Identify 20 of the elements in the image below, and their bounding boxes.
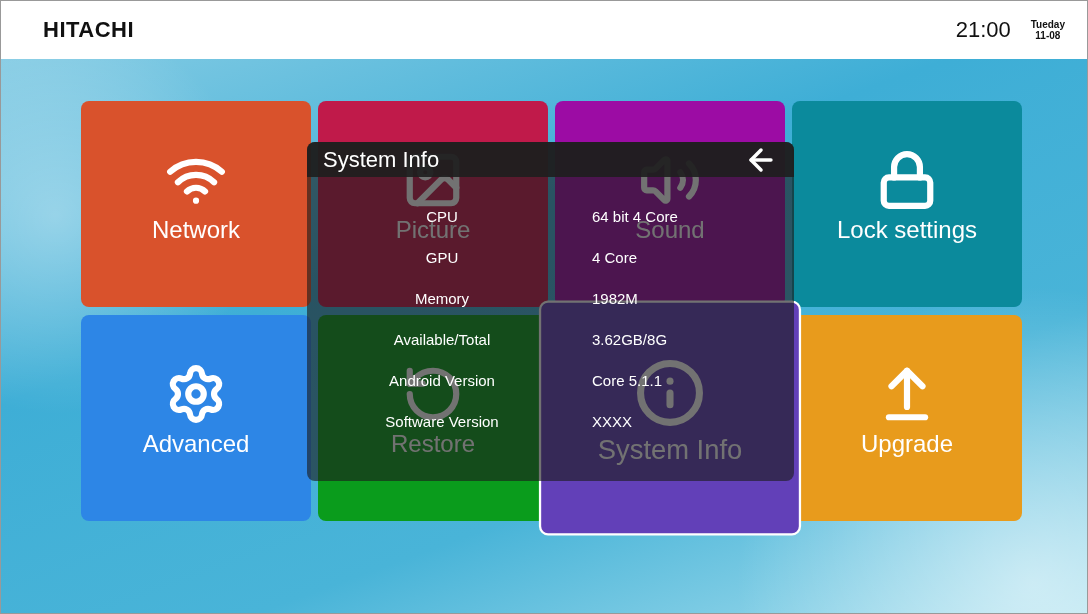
tile-label: Network [152,217,240,244]
clock-time: 21:00 [955,17,1011,43]
tile-label: Lock settings [836,217,978,244]
info-value: 3.62GB/8G [592,331,669,348]
info-label: Memory [414,290,470,307]
tile-label: Upgrade [860,431,954,458]
tile-label: Advanced [142,431,250,458]
info-label: Android Version [389,372,495,389]
info-value: XXXX [592,413,634,430]
info-value: 4 Core [592,249,639,266]
date-text: 11-08 [1035,30,1061,41]
brand-logo: HITACHI [43,17,135,43]
info-value: Core 5.1.1 [592,372,664,389]
info-label: Available/Total [393,331,491,348]
tile-label: Restore [390,431,475,458]
info-label: GPU [425,249,459,266]
info-label: Software Version [385,413,499,430]
tile-label: System Info [597,435,743,466]
weekday-text: Tueday [1030,19,1065,30]
dialog-title: System Info [323,146,440,173]
